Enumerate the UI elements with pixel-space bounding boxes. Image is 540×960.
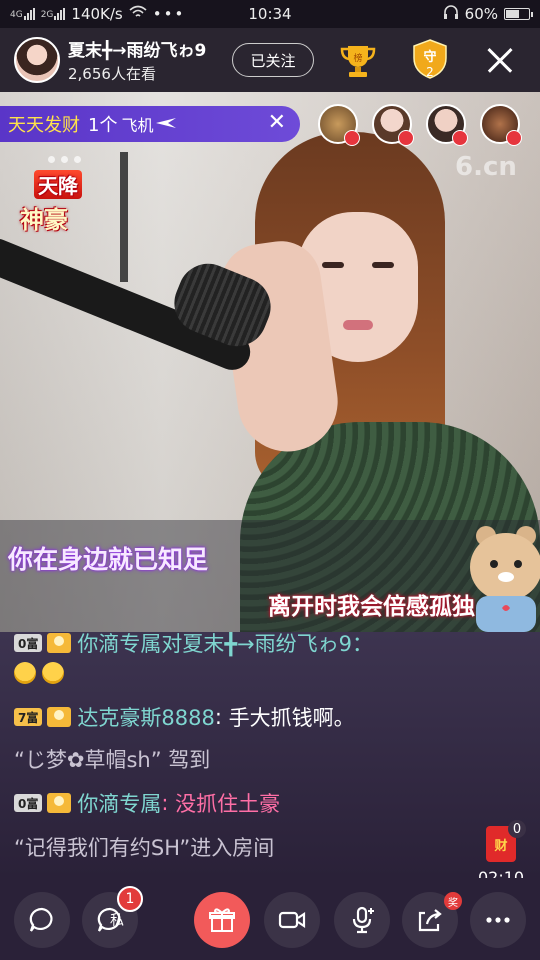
lyric-line-2: 离开时我会倍感孤独 (268, 594, 475, 620)
red-packet-label: 财 (494, 838, 508, 854)
lyric-line-1: 你在身边就已知足 (8, 545, 209, 574)
headphone-icon (443, 4, 459, 24)
video-camera-icon (278, 911, 306, 929)
follow-button[interactable]: 已关注 (232, 43, 314, 77)
audience-avatar[interactable] (318, 104, 360, 146)
mic-stand (120, 152, 128, 282)
signal-icon-secondary: 2G (41, 8, 66, 20)
guard-shield-icon[interactable]: 守 2 (410, 39, 450, 80)
battery-percent: 60% (464, 5, 498, 23)
more-dots-icon (486, 917, 510, 923)
audience-avatar[interactable] (480, 104, 522, 146)
audience-badge-icon (452, 130, 468, 146)
close-banner-icon[interactable]: ✕ (268, 110, 286, 135)
more-button[interactable] (470, 892, 526, 948)
emoji-icon (14, 662, 36, 684)
gift-banner[interactable]: 天天发财 1个 飞机 ✕ (0, 106, 300, 142)
video-call-button[interactable] (264, 892, 320, 948)
guard-count: 2 (426, 65, 434, 79)
live-video[interactable]: 6.cn 天天发财 1个 飞机 ✕ 天降 神豪 你在身边就已知足 离开时我会倍感… (0, 92, 540, 632)
wealth-level-tag: 0富 (14, 634, 43, 652)
gift-amount: 1个 (88, 115, 118, 136)
platform-watermark: 6.cn (455, 152, 517, 182)
gift-name: 飞机 (121, 116, 154, 135)
chat-row-system: “じ梦✿草帽sh” 驾到 (14, 744, 210, 774)
mic-link-button[interactable] (334, 892, 390, 948)
audience-avatar[interactable] (426, 104, 468, 146)
network-speed: 140K/s (71, 5, 123, 23)
member-badge-icon (47, 793, 72, 813)
member-badge-icon (47, 633, 72, 653)
host-info[interactable]: 夏末╋→雨纷飞ゎ9 2,656人在看 (68, 36, 228, 84)
red-packet-count: 0 (508, 820, 526, 838)
chat-message: 没抓住土豪 (175, 792, 281, 816)
event-badge-line2: 神豪 (20, 206, 68, 234)
bear-sticker-icon (466, 522, 540, 632)
network-type: 4G (10, 10, 23, 20)
chat-row: 7富 达克豪斯8888 : 手大抓钱啊。 (14, 702, 355, 732)
bottom-toolbar: 私 (0, 878, 540, 960)
airplane-icon (155, 114, 177, 135)
gift-box-icon (209, 908, 235, 932)
wealth-level-tag: 0富 (14, 794, 43, 812)
guard-label: 守 (423, 49, 436, 65)
event-badge-line1: 天降 (34, 170, 82, 199)
chat-bubble-icon (29, 907, 53, 932)
emoji-icon (42, 662, 64, 684)
member-badge-icon (47, 707, 72, 727)
audience-avatar[interactable] (372, 104, 414, 146)
host-avatar[interactable] (14, 37, 60, 83)
chat-row: 0富 你滴专属对夏末╋→雨纷飞ゎ9： (14, 632, 373, 658)
private-label: 私 (110, 913, 124, 929)
streamer-eye (372, 262, 394, 268)
event-badge[interactable]: 天降 神豪 (12, 170, 96, 236)
host-name: 夏末╋→雨纷飞ゎ9 (68, 41, 207, 61)
room-header: 夏末╋→雨纷飞ゎ9 2,656人在看 已关注 榜 守 2 (0, 28, 540, 92)
more-dots-icon: ••• (152, 5, 186, 23)
banner-page-dots (48, 156, 81, 163)
wealth-level-tag: 7富 (14, 708, 43, 726)
gift-button[interactable] (194, 892, 250, 948)
chat-message: 手大抓钱啊。 (228, 706, 355, 730)
gift-sender: 天天发财 (8, 115, 80, 136)
microphone-plus-icon (352, 906, 374, 934)
chat-list[interactable]: 0富 你滴专属对夏末╋→雨纷飞ゎ9： 7富 达克豪斯8888 : 手大抓钱啊。 … (0, 632, 540, 878)
chat-sender[interactable]: 达克豪斯8888 (77, 702, 214, 732)
wifi-icon (129, 5, 147, 23)
audience-badge-icon (344, 130, 360, 146)
chat-sender[interactable]: 你滴专属 (77, 788, 161, 818)
network-type-secondary: 2G (40, 10, 54, 20)
share-icon (418, 909, 442, 932)
audience-badge-icon (506, 130, 522, 146)
chat-button[interactable] (14, 892, 70, 948)
streamer-lips (343, 320, 373, 330)
signal-icon: 4G (10, 8, 35, 20)
share-reward-badge: 奖 (444, 892, 462, 910)
battery-icon (504, 8, 533, 20)
ranking-trophy-icon[interactable]: 榜 (338, 40, 378, 80)
chat-row-emojis (14, 662, 70, 684)
system-message: “じ梦✿草帽sh” 驾到 (14, 748, 211, 772)
trophy-label: 榜 (353, 52, 362, 64)
audience-badge-icon (398, 130, 414, 146)
chat-row: 0富 你滴专属 : 没抓住土豪 (14, 788, 280, 818)
private-unread-badge: 1 (117, 886, 143, 912)
system-message: “记得我们有约SH”进入房间 (14, 836, 275, 860)
chat-row-system: “记得我们有约SH”进入房间 (14, 832, 274, 862)
chat-sender[interactable]: 你滴专属对夏末╋→雨纷飞ゎ9： (77, 632, 373, 658)
streamer-eye (322, 262, 344, 268)
viewer-count: 2,656人在看 (68, 65, 156, 83)
close-room-icon[interactable] (480, 40, 520, 80)
status-bar: 4G 2G 140K/s ••• 10:34 60% (0, 0, 540, 28)
